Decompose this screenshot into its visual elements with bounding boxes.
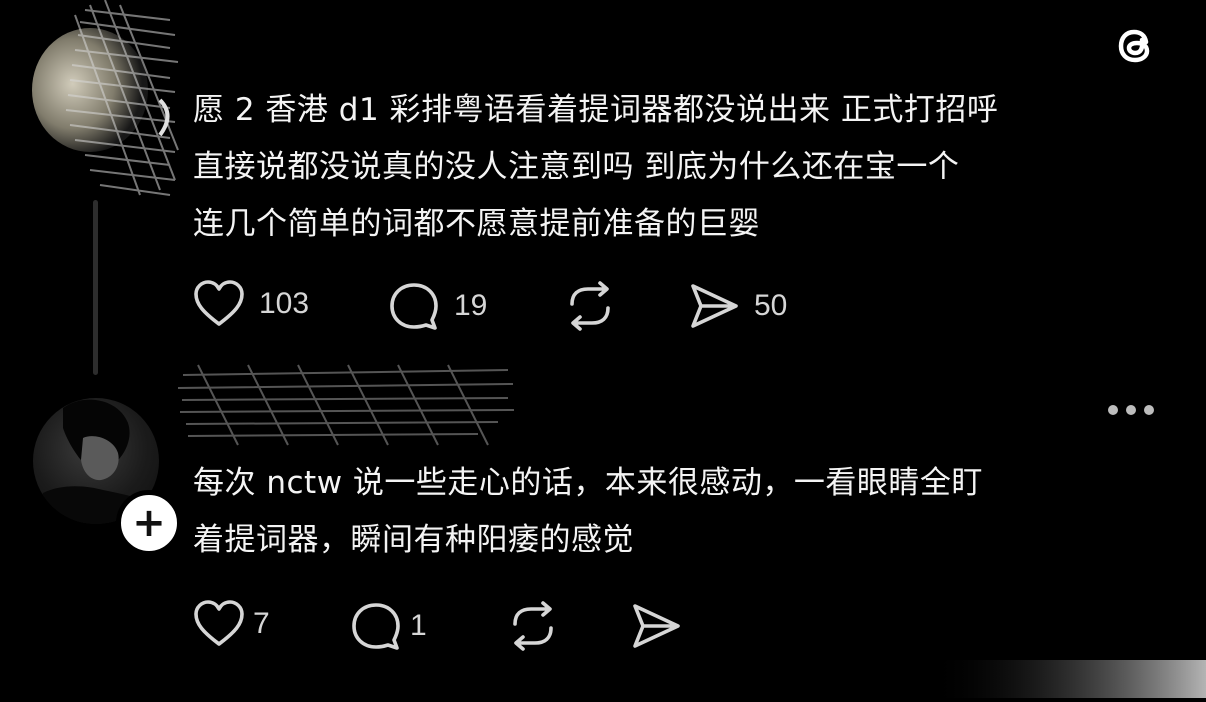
dot-icon: [1108, 405, 1118, 415]
share-count: 50: [754, 289, 788, 322]
post-text-line: 愿 2 香港 d1 彩排粤语看着提词器都没说出来 正式打招呼: [193, 92, 999, 128]
dot-icon: [1126, 405, 1136, 415]
comment-icon: [352, 603, 400, 650]
post-text-line: 着提词器，瞬间有种阳痿的感觉: [193, 522, 634, 558]
share-button[interactable]: 50: [688, 280, 787, 332]
dot-icon: [1144, 405, 1154, 415]
threads-logo-icon: [1110, 20, 1162, 72]
reply-count: 1: [410, 609, 427, 642]
post-text-line: 每次 nctw 说一些走心的话，本来很感动，一看眼睛全盯: [193, 465, 983, 501]
send-icon: [633, 604, 680, 648]
reply-button[interactable]: 1: [350, 600, 427, 652]
repost-button[interactable]: [562, 280, 618, 332]
post-text-line: 直接说都没说真的没人注意到吗 到底为什么还在宝一个: [193, 149, 960, 185]
reply-button[interactable]: 19: [388, 280, 487, 332]
image-artifact: [930, 640, 1206, 698]
repost-icon: [513, 601, 553, 651]
post-text: 愿 2 香港 d1 彩排粤语看着提词器都没说出来 正式打招呼 直接说都没说真的没…: [193, 82, 1183, 253]
repost-button[interactable]: [505, 600, 561, 652]
comment-icon: [390, 283, 438, 330]
repost-icon: [570, 281, 610, 331]
reply-count: 19: [454, 289, 488, 322]
more-options-button[interactable]: [1108, 405, 1154, 415]
like-button[interactable]: 103: [193, 280, 309, 328]
post-text: 每次 nctw 说一些走心的话，本来很感动，一看眼睛全盯 着提词器，瞬间有种阳痿…: [193, 455, 1183, 569]
send-icon: [691, 284, 738, 328]
like-button[interactable]: 7: [193, 600, 270, 648]
like-count: 7: [253, 607, 270, 640]
like-count: 103: [259, 287, 310, 320]
heart-icon: [194, 280, 244, 326]
post-text-line: 连几个简单的词都不愿意提前准备的巨婴: [193, 206, 760, 242]
heart-icon: [194, 600, 244, 646]
username[interactable]: [177, 360, 518, 450]
share-button[interactable]: [630, 600, 682, 652]
follow-button[interactable]: +: [116, 490, 182, 556]
thread-line: [93, 200, 98, 375]
avatar[interactable]: [30, 0, 180, 200]
